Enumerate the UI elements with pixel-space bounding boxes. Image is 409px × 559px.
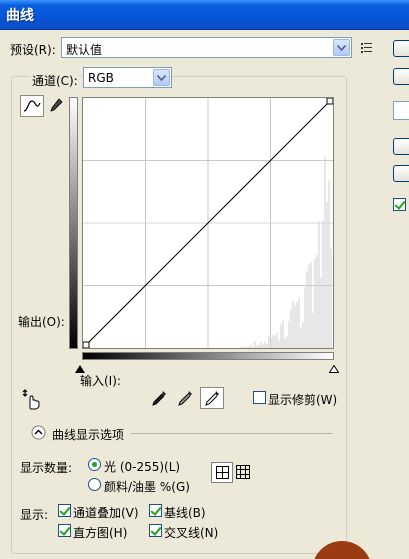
curve-graph[interactable]	[82, 97, 334, 349]
channel-overlays-checkbox[interactable]	[58, 504, 71, 517]
pencil-icon	[50, 98, 63, 112]
curve-icon	[23, 100, 41, 112]
show-label: 显示:	[20, 508, 49, 522]
output-gradient-bar	[69, 97, 78, 349]
baseline-checkbox[interactable]	[149, 504, 162, 517]
chevron-down-icon[interactable]	[153, 69, 170, 86]
white-point-slider[interactable]	[328, 362, 340, 376]
baseline-label: 基线(B)	[164, 506, 206, 520]
hand-adjust-icon[interactable]	[22, 388, 42, 413]
preset-label: 预设(R):	[10, 43, 56, 57]
histogram-checkbox[interactable]	[58, 524, 71, 537]
pigment-label: 颜料/油墨 %(G)	[104, 480, 190, 494]
display-options-header: 曲线显示选项	[52, 428, 125, 442]
curve-point[interactable]	[83, 341, 90, 348]
show-clipping-checkbox[interactable]	[253, 391, 266, 404]
intersection-checkbox[interactable]	[149, 524, 162, 537]
channel-select[interactable]: RGB	[83, 67, 172, 88]
grid-4x4-icon	[215, 466, 229, 479]
ok-button[interactable]	[393, 40, 409, 57]
channel-label: 通道(C):	[29, 72, 81, 89]
histogram-label: 直方图(H)	[73, 526, 128, 540]
output-label: 输出(O):	[18, 315, 65, 329]
preset-options-icon[interactable]	[360, 40, 374, 57]
preset-select[interactable]: 默认值	[61, 37, 352, 58]
preview-checkbox[interactable]	[393, 198, 406, 211]
collapse-toggle[interactable]	[31, 425, 46, 443]
pigment-radio[interactable]	[88, 478, 101, 491]
channel-value: RGB	[88, 71, 114, 85]
detailed-grid-button[interactable]	[236, 465, 250, 482]
light-radio[interactable]	[88, 458, 101, 471]
show-clipping-label: 显示修剪(W)	[268, 393, 338, 407]
title-bar[interactable]: 曲线	[0, 0, 409, 30]
show-amount-label: 显示数量:	[20, 461, 73, 475]
window-title: 曲线	[6, 8, 34, 24]
simple-grid-button[interactable]	[211, 462, 233, 483]
intersection-label: 交叉线(N)	[164, 526, 219, 540]
white-eyedropper-icon	[205, 391, 219, 406]
input-label: 输入(I):	[80, 374, 121, 388]
pencil-tool[interactable]	[44, 95, 68, 117]
preset-value: 默认值	[66, 43, 103, 57]
curve-canvas[interactable]	[83, 98, 333, 348]
gray-eyedropper-icon[interactable]	[176, 389, 194, 410]
input-gradient-bar	[82, 352, 334, 360]
grid-10x10-icon	[236, 465, 250, 479]
channel-overlays-label: 通道叠加(V)	[73, 506, 139, 520]
black-eyedropper-icon[interactable]	[150, 389, 168, 410]
auto-button[interactable]	[393, 138, 409, 155]
smooth-field[interactable]	[393, 101, 409, 120]
options-button[interactable]	[393, 165, 409, 182]
white-eyedropper-button[interactable]	[200, 387, 224, 409]
curve-point[interactable]	[326, 98, 333, 105]
section-divider	[131, 433, 332, 434]
curve-point-tool[interactable]	[20, 95, 44, 117]
cancel-button[interactable]	[393, 68, 409, 85]
chevron-down-icon[interactable]	[333, 39, 350, 56]
light-label: 光 (0-255)(L)	[104, 460, 181, 474]
